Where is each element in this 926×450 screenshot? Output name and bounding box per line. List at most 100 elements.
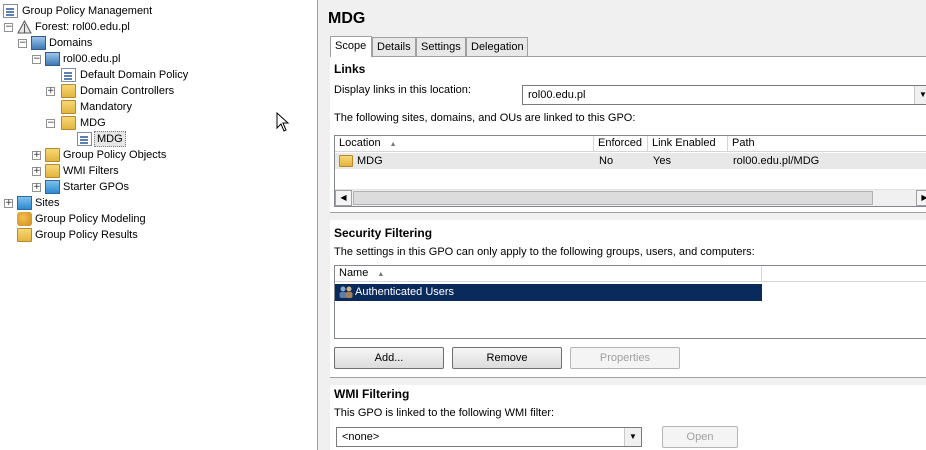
tab-scope[interactable]: Scope [330,36,372,57]
ou-folder-icon [61,84,76,98]
results-icon [17,228,32,242]
gpo-link-icon [77,132,92,146]
cell-location: MDG [357,155,383,167]
tree-item-label: rol00.edu.pl [63,53,121,65]
tree-item-label: Default Domain Policy [80,69,189,81]
collapse-icon[interactable]: − [4,23,13,32]
tab-settings[interactable]: Settings [416,37,466,57]
tree-item-label: Mandatory [80,101,132,113]
forest-icon [17,19,32,34]
ou-folder-icon [61,116,76,130]
tree-item-group-policy-objects[interactable]: + Group Policy Objects [0,147,300,163]
wmi-filter-icon [45,164,60,178]
wmi-filter-value: <none> [342,431,380,443]
cell-enforced: No [599,155,614,167]
column-header-link-enabled[interactable]: Link Enabled [648,136,728,152]
mouse-pointer-icon [276,112,290,132]
collapse-icon[interactable]: − [18,39,27,48]
tree-item-forest[interactable]: − Forest: rol00.edu.pl [0,19,300,35]
divider [330,377,926,378]
tree-item-group-policy-management[interactable]: Group Policy Management [0,3,300,19]
scope-tab-panel: Links Display links in this location: ro… [330,56,926,450]
collapse-icon[interactable]: − [46,119,55,128]
tree-item-label: Group Policy Results [35,229,138,241]
users-group-icon [339,286,353,298]
expand-icon[interactable]: + [32,183,41,192]
sort-ascending-icon: ▲ [377,271,385,278]
gpo-link-icon [61,68,76,82]
table-row[interactable]: MDG No Yes rol00.edu.pl/MDG [335,153,926,169]
links-location-dropdown[interactable]: rol00.edu.pl ▼ [522,85,926,105]
tree-item-label: Sites [35,197,60,209]
tab-details[interactable]: Details [372,37,416,57]
column-header-name[interactable]: Name ▲ [335,266,762,282]
tree-item-label: MDG [80,117,106,129]
tree-item-ou-mdg[interactable]: − MDG [0,115,300,131]
properties-button[interactable]: Properties [570,347,680,369]
scroll-left-icon[interactable]: ◀ [335,190,352,206]
open-wmi-filter-button[interactable]: Open [662,426,738,448]
tree-item-mandatory[interactable]: Mandatory [0,99,300,115]
tree-item-label: Domain Controllers [80,85,175,97]
links-info-text: The following sites, domains, and OUs ar… [334,112,636,124]
tree-item-label: Forest: rol00.edu.pl [35,21,130,33]
links-location-value: rol00.edu.pl [528,89,586,101]
links-heading: Links [334,62,366,76]
section-separator [330,212,926,220]
scrollbar-thumb[interactable] [353,191,873,205]
tree-item-group-policy-results[interactable]: Group Policy Results [0,227,300,243]
chevron-down-icon[interactable]: ▼ [624,428,641,446]
tree-item-label: Group Policy Objects [63,149,167,161]
column-header-empty [762,266,926,282]
column-header-location[interactable]: Location ▲ [335,136,594,152]
sites-icon [17,196,32,210]
security-filtering-heading: Security Filtering [334,226,433,240]
ou-folder-icon [339,155,353,167]
domain-icon [45,52,60,66]
tree-item-starter-gpos[interactable]: + Starter GPOs [0,179,300,195]
tree-item-label: WMI Filters [63,165,119,177]
wmi-filter-dropdown[interactable]: <none> ▼ [336,427,642,447]
tree-item-label: MDG [94,131,126,147]
page-title: MDG [328,10,366,27]
tree-item-gpo-mdg-selected[interactable]: MDG [0,131,300,147]
scroll-right-icon[interactable]: ▶ [916,190,926,206]
expand-icon[interactable]: + [46,87,55,96]
display-links-label: Display links in this location: [334,84,471,96]
tree-item-label: Group Policy Modeling [35,213,146,225]
horizontal-scrollbar[interactable]: ◀ ▶ [335,189,926,206]
tree-item-domain-controllers[interactable]: + Domain Controllers [0,83,300,99]
modeling-icon [17,212,32,226]
list-item-label: Authenticated Users [355,286,455,298]
collapse-icon[interactable]: − [32,55,41,64]
remove-button[interactable]: Remove [452,347,562,369]
expand-icon[interactable]: + [4,199,13,208]
tree-item-wmi-filters[interactable]: + WMI Filters [0,163,300,179]
add-button[interactable]: Add... [334,347,444,369]
tree-item-group-policy-modeling[interactable]: Group Policy Modeling [0,211,300,227]
starter-gpo-icon [45,180,60,194]
expand-icon[interactable]: + [32,151,41,160]
expand-icon[interactable]: + [32,167,41,176]
tree-item-default-domain-policy[interactable]: Default Domain Policy [0,67,300,83]
column-header-path[interactable]: Path [728,136,926,152]
divider [330,212,926,213]
domains-icon [31,36,46,50]
security-filter-list[interactable]: Name ▲ Authenticated Users [334,265,926,339]
column-header-enforced[interactable]: Enforced [594,136,648,152]
section-separator [330,377,926,385]
tree-item-domains[interactable]: − Domains [0,35,300,51]
links-table[interactable]: Location ▲ Enforced Link Enabled Path MD… [334,135,926,207]
list-item-authenticated-users[interactable]: Authenticated Users [335,284,762,301]
tab-delegation[interactable]: Delegation [466,37,528,57]
ou-folder-icon [61,100,76,114]
wmi-filtering-heading: WMI Filtering [334,387,410,401]
sort-ascending-icon: ▲ [389,141,397,148]
security-info-text: The settings in this GPO can only apply … [334,246,755,258]
tree-item-label: Domains [49,37,93,49]
console-tree[interactable]: Group Policy Management − Forest: rol00.… [0,0,318,450]
tree-item-sites[interactable]: + Sites [0,195,300,211]
chevron-down-icon[interactable]: ▼ [914,86,926,104]
tree-item-domain-rol00[interactable]: − rol00.edu.pl [0,51,300,67]
column-label: Name [339,267,369,279]
